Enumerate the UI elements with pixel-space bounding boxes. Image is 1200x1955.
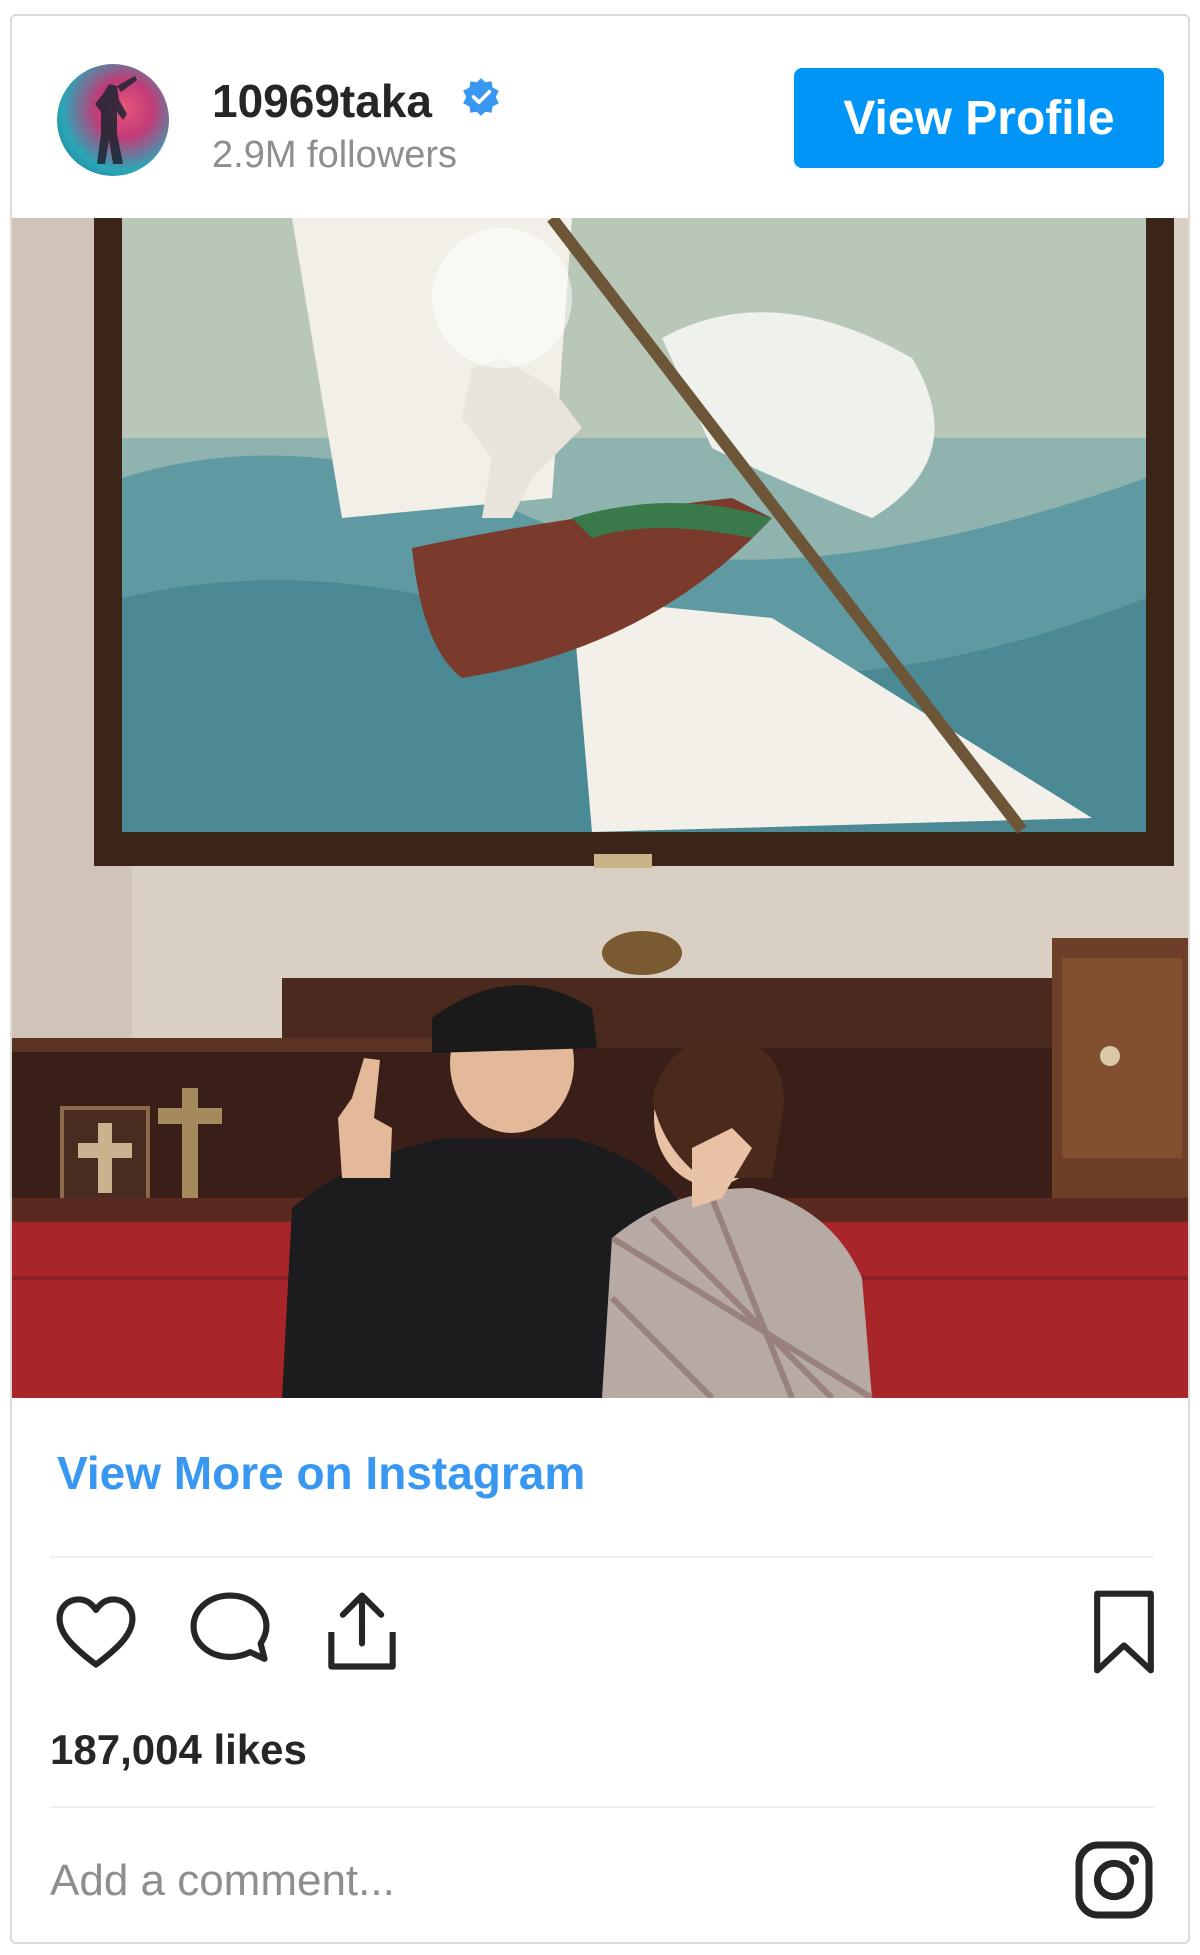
divider — [50, 1556, 1154, 1558]
comment-input[interactable] — [50, 1846, 950, 1916]
comment-icon[interactable] — [184, 1586, 276, 1678]
followers-count: 2.9M followers — [212, 134, 457, 176]
view-more-on-instagram-link[interactable]: View More on Instagram — [57, 1446, 585, 1500]
likes-count: 187,004 likes — [50, 1726, 307, 1773]
instagram-icon[interactable] — [1072, 1838, 1156, 1922]
share-icon[interactable] — [316, 1586, 408, 1678]
verified-badge-icon — [460, 76, 502, 118]
bookmark-icon[interactable] — [1078, 1586, 1170, 1678]
heart-icon[interactable] — [50, 1586, 142, 1678]
username[interactable]: 10969taka — [212, 74, 432, 128]
post-photo[interactable] — [12, 218, 1188, 1398]
instagram-embed-card: 10969taka 2.9M followers View Profile Vi… — [10, 14, 1190, 1944]
post-header: 10969taka 2.9M followers View Profile — [12, 16, 1188, 216]
avatar[interactable] — [57, 64, 169, 176]
view-profile-button[interactable]: View Profile — [794, 68, 1164, 168]
divider — [50, 1806, 1154, 1808]
